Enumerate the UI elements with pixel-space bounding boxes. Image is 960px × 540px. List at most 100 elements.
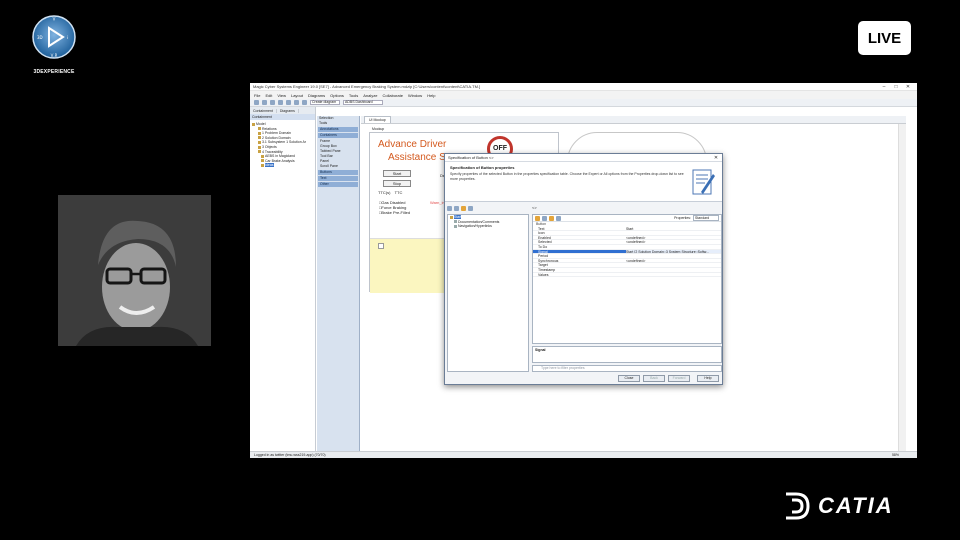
browser-tabs: Containment Diagrams <box>250 107 315 114</box>
properties-table: Properties: Standard Button Text Start Ic… <box>532 214 722 344</box>
help-button[interactable]: Help <box>697 375 719 382</box>
tree-view-icon[interactable] <box>447 206 452 211</box>
palette-group-text[interactable]: Text <box>318 176 358 181</box>
compass-icon: V 3D i V,R <box>32 15 76 59</box>
package-icon <box>258 150 261 154</box>
specification-dialog: Specification of Button <> ✕ Specificati… <box>444 153 723 385</box>
open-icon[interactable] <box>262 100 267 105</box>
menu-help[interactable]: Help <box>427 93 435 98</box>
back-button[interactable]: Back <box>643 375 665 382</box>
dialog-toolbar <box>447 205 473 212</box>
collapse-icon[interactable] <box>454 206 459 211</box>
diagram-palette: Selection Tools Annotations Containers F… <box>317 116 360 451</box>
specification-icon <box>692 169 715 195</box>
sort-alpha-icon[interactable] <box>542 215 547 221</box>
tree-item-ideas[interactable]: Ideas <box>252 163 313 168</box>
filter-icon[interactable] <box>549 215 554 221</box>
menu-bar: File Edit View Layout Diagrams Options T… <box>250 91 917 99</box>
ttc-value: TTC <box>394 190 403 195</box>
palette-group-buttons[interactable]: Buttons <box>318 170 358 175</box>
properties-toolbar: Properties: Standard <box>533 215 721 222</box>
highlight-icon[interactable] <box>461 206 466 211</box>
copy-icon[interactable] <box>302 100 307 105</box>
maximize-icon[interactable]: □ <box>890 84 902 90</box>
refresh-icon[interactable] <box>468 206 473 211</box>
presenter-video <box>58 195 211 346</box>
status-text: Logged in as twitter (tmu-wss219-app) (7… <box>254 453 326 457</box>
catia-logo: CATIA <box>782 487 914 525</box>
document-icon <box>454 220 457 224</box>
menu-collaborate[interactable]: Collaborate <box>382 93 402 98</box>
menu-window[interactable]: Window <box>408 93 422 98</box>
dialog-heading: Specification of Button properties <box>450 165 515 170</box>
tab-diagrams[interactable]: Diagrams <box>277 108 299 113</box>
menu-file[interactable]: File <box>254 93 260 98</box>
minimize-icon[interactable]: – <box>878 84 890 90</box>
containment-panel: Containment Diagrams Containment Model R… <box>250 107 316 451</box>
svg-text:V,R: V,R <box>51 53 58 58</box>
package-icon <box>258 131 261 135</box>
product-name: CATIA <box>818 493 894 518</box>
button-element-icon <box>450 215 453 219</box>
image-placeholder-icon <box>378 243 384 249</box>
properties-label: Properties: <box>674 216 691 220</box>
cut-icon[interactable] <box>294 100 299 105</box>
forward-button[interactable]: Forward <box>668 375 690 382</box>
mockup-label: Mockup <box>372 127 385 131</box>
diagram-scrollbar[interactable] <box>898 124 906 451</box>
shared-screen: Magic Cyber Systems Engineer 19.0 [SE7] … <box>250 83 917 458</box>
mockup-title-line2: Assistance S <box>388 152 446 163</box>
app-title: Magic Cyber Systems Engineer 19.0 [SE7] … <box>253 84 481 89</box>
menu-tools[interactable]: Tools <box>349 93 358 98</box>
mockup-title-line1: Advance Driver <box>378 139 447 150</box>
status-bar: Logged in as twitter (tmu-wss219-app) (7… <box>250 451 917 458</box>
menu-diagrams[interactable]: Diagrams <box>308 93 325 98</box>
dialog-description: Specify properties of the selected Butto… <box>450 172 684 181</box>
palette-group-annotations[interactable]: Annotations <box>318 127 358 132</box>
menu-layout[interactable]: Layout <box>291 93 303 98</box>
main-toolbar: Create diagram ADBS Dashboard <box>250 99 917 107</box>
save-icon[interactable] <box>270 100 275 105</box>
dialog-close-icon[interactable]: ✕ <box>710 155 722 161</box>
property-row-values[interactable]: Values <box>533 273 721 278</box>
filter-properties-input[interactable]: Type here to filter properties <box>532 365 722 372</box>
tab-containment[interactable]: Containment <box>250 108 277 113</box>
package-icon <box>258 145 261 149</box>
package-icon <box>258 127 261 131</box>
share-icon[interactable] <box>556 215 561 221</box>
zoom-level[interactable]: 58% <box>892 453 899 457</box>
hyperlink-icon <box>454 224 457 228</box>
package-icon <box>261 159 264 163</box>
sort-category-icon[interactable] <box>535 215 540 221</box>
dialog-path: <> <box>532 205 537 210</box>
property-description-title: Signal <box>535 348 546 352</box>
close-button[interactable]: Close <box>618 375 640 382</box>
palette-group-other[interactable]: Other <box>318 182 358 187</box>
containment-tree: Model Relations 1 Problem Domain 2 Solut… <box>250 120 315 170</box>
property-description: Signal <box>532 346 722 363</box>
checkbox-brake-prefilled[interactable]: □Brake Pre-Filled <box>379 210 410 215</box>
svg-text:V: V <box>53 17 56 22</box>
undo-icon[interactable] <box>278 100 283 105</box>
redo-icon[interactable] <box>286 100 291 105</box>
menu-view[interactable]: View <box>277 93 286 98</box>
palette-tools-title: Tools <box>319 121 328 125</box>
dialog-tree-item-navigation[interactable]: Navigation/Hyperlinks <box>448 224 528 229</box>
create-diagram-button[interactable]: Create diagram <box>310 100 340 105</box>
dialog-titlebar: Specification of Button <> ✕ <box>445 154 722 162</box>
new-icon[interactable] <box>254 100 259 105</box>
diagram-selector[interactable]: ADBS Dashboard <box>343 100 383 105</box>
menu-edit[interactable]: Edit <box>265 93 272 98</box>
mockup-stop-button[interactable]: Stop <box>383 180 411 187</box>
app-titlebar: Magic Cyber Systems Engineer 19.0 [SE7] … <box>250 83 917 91</box>
package-icon <box>258 136 261 140</box>
palette-item-scroll-pane[interactable]: Scroll Pane <box>317 164 359 169</box>
menu-options[interactable]: Options <box>330 93 344 98</box>
ttc-label: TTC(s) <box>378 190 391 195</box>
close-icon[interactable]: ✕ <box>902 84 914 90</box>
mockup-start-button[interactable]: Start <box>383 170 411 177</box>
palette-group-containers[interactable]: Containers <box>318 133 358 138</box>
properties-mode-select[interactable]: Standard <box>693 215 719 221</box>
menu-analyze[interactable]: Analyze <box>363 93 377 98</box>
tab-ui-mockup[interactable]: UI Mockup <box>364 116 391 123</box>
